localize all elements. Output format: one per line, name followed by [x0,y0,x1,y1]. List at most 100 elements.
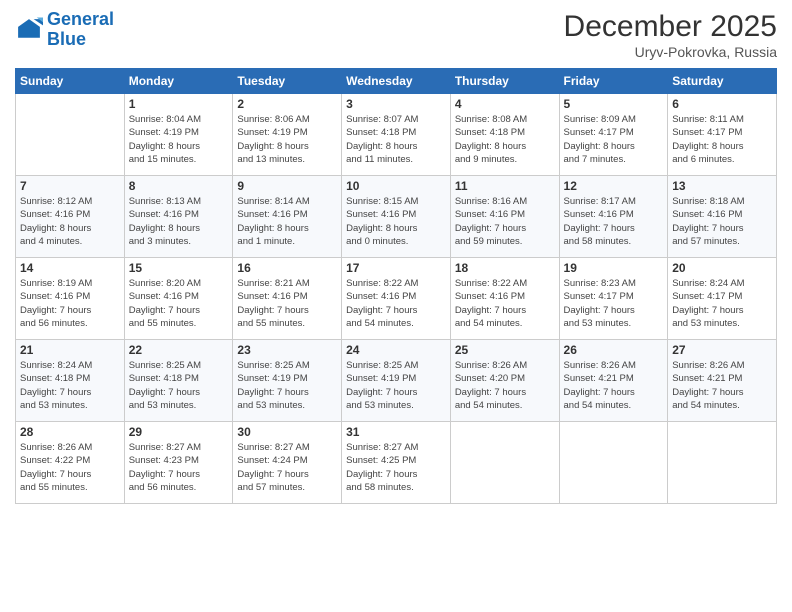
day-info: Sunrise: 8:19 AM Sunset: 4:16 PM Dayligh… [20,277,120,330]
day-number: 29 [129,425,229,439]
table-row: 15 Sunrise: 8:20 AM Sunset: 4:16 PM Dayli… [124,258,233,340]
table-row: 16 Sunrise: 8:21 AM Sunset: 4:16 PM Dayli… [233,258,342,340]
day-info: Sunrise: 8:07 AM Sunset: 4:18 PM Dayligh… [346,113,446,166]
table-row [559,422,668,504]
table-row: 17 Sunrise: 8:22 AM Sunset: 4:16 PM Dayli… [342,258,451,340]
table-row: 12 Sunrise: 8:17 AM Sunset: 4:16 PM Dayli… [559,176,668,258]
table-row: 3 Sunrise: 8:07 AM Sunset: 4:18 PM Daylig… [342,94,451,176]
day-number: 17 [346,261,446,275]
day-info: Sunrise: 8:25 AM Sunset: 4:19 PM Dayligh… [346,359,446,412]
table-row: 5Sunrise: 8:09 AM Sunset: 4:17 PM Daylig… [559,94,668,176]
day-number: 31 [346,425,446,439]
day-info: Sunrise: 8:24 AM Sunset: 4:18 PM Dayligh… [20,359,120,412]
day-info: Sunrise: 8:16 AM Sunset: 4:16 PM Dayligh… [455,195,555,248]
table-row: 10 Sunrise: 8:15 AM Sunset: 4:16 PM Dayli… [342,176,451,258]
day-info: Sunrise: 8:20 AM Sunset: 4:16 PM Dayligh… [129,277,229,330]
table-row: 4 Sunrise: 8:08 AM Sunset: 4:18 PM Daylig… [450,94,559,176]
day-info: Sunrise: 8:21 AM Sunset: 4:16 PM Dayligh… [237,277,337,330]
table-row: 26 Sunrise: 8:26 AM Sunset: 4:21 PM Dayli… [559,340,668,422]
day-info: Sunrise: 8:13 AM Sunset: 4:16 PM Dayligh… [129,195,229,248]
table-row: 21Sunrise: 8:24 AM Sunset: 4:18 PM Dayli… [16,340,125,422]
day-number: 16 [237,261,337,275]
day-info: Sunrise: 8:27 AM Sunset: 4:24 PM Dayligh… [237,441,337,494]
day-info: Sunrise: 8:11 AM Sunset: 4:17 PM Dayligh… [672,113,772,166]
table-row [16,94,125,176]
day-info: Sunrise: 8:24 AM Sunset: 4:17 PM Dayligh… [672,277,772,330]
calendar-table: Sunday Monday Tuesday Wednesday Thursday… [15,68,777,504]
col-saturday: Saturday [668,69,777,94]
table-row: 19Sunrise: 8:23 AM Sunset: 4:17 PM Dayli… [559,258,668,340]
logo-line1: General [47,9,114,29]
day-number: 23 [237,343,337,357]
logo-line2: Blue [47,29,86,49]
col-tuesday: Tuesday [233,69,342,94]
day-number: 2 [237,97,337,111]
day-info: Sunrise: 8:12 AM Sunset: 4:16 PM Dayligh… [20,195,120,248]
table-row: 2Sunrise: 8:06 AM Sunset: 4:19 PM Daylig… [233,94,342,176]
day-number: 18 [455,261,555,275]
day-number: 3 [346,97,446,111]
day-number: 22 [129,343,229,357]
day-number: 26 [564,343,664,357]
week-row-3: 21Sunrise: 8:24 AM Sunset: 4:18 PM Dayli… [16,340,777,422]
week-row-4: 28Sunrise: 8:26 AM Sunset: 4:22 PM Dayli… [16,422,777,504]
logo-icon [15,16,43,44]
table-row: 13Sunrise: 8:18 AM Sunset: 4:16 PM Dayli… [668,176,777,258]
table-row: 29 Sunrise: 8:27 AM Sunset: 4:23 PM Dayli… [124,422,233,504]
day-info: Sunrise: 8:26 AM Sunset: 4:21 PM Dayligh… [564,359,664,412]
day-info: Sunrise: 8:26 AM Sunset: 4:20 PM Dayligh… [455,359,555,412]
table-row: 9Sunrise: 8:14 AM Sunset: 4:16 PM Daylig… [233,176,342,258]
month-title: December 2025 [564,10,777,44]
col-thursday: Thursday [450,69,559,94]
table-row: 27 Sunrise: 8:26 AM Sunset: 4:21 PM Dayli… [668,340,777,422]
day-info: Sunrise: 8:08 AM Sunset: 4:18 PM Dayligh… [455,113,555,166]
day-info: Sunrise: 8:22 AM Sunset: 4:16 PM Dayligh… [346,277,446,330]
day-info: Sunrise: 8:22 AM Sunset: 4:16 PM Dayligh… [455,277,555,330]
day-number: 8 [129,179,229,193]
table-row: 1Sunrise: 8:04 AM Sunset: 4:19 PM Daylig… [124,94,233,176]
day-info: Sunrise: 8:25 AM Sunset: 4:18 PM Dayligh… [129,359,229,412]
day-info: Sunrise: 8:09 AM Sunset: 4:17 PM Dayligh… [564,113,664,166]
day-info: Sunrise: 8:25 AM Sunset: 4:19 PM Dayligh… [237,359,337,412]
day-number: 13 [672,179,772,193]
day-info: Sunrise: 8:26 AM Sunset: 4:21 PM Dayligh… [672,359,772,412]
day-number: 10 [346,179,446,193]
logo-text: General Blue [47,10,114,50]
day-info: Sunrise: 8:27 AM Sunset: 4:23 PM Dayligh… [129,441,229,494]
table-row: 7 Sunrise: 8:12 AM Sunset: 4:16 PM Daylig… [16,176,125,258]
page: General Blue December 2025 Uryv-Pokrovka… [0,0,792,612]
day-info: Sunrise: 8:23 AM Sunset: 4:17 PM Dayligh… [564,277,664,330]
col-sunday: Sunday [16,69,125,94]
day-number: 4 [455,97,555,111]
table-row: 22 Sunrise: 8:25 AM Sunset: 4:18 PM Dayli… [124,340,233,422]
day-number: 25 [455,343,555,357]
day-info: Sunrise: 8:17 AM Sunset: 4:16 PM Dayligh… [564,195,664,248]
table-row [450,422,559,504]
table-row: 24 Sunrise: 8:25 AM Sunset: 4:19 PM Dayli… [342,340,451,422]
header-row: Sunday Monday Tuesday Wednesday Thursday… [16,69,777,94]
day-number: 27 [672,343,772,357]
table-row: 18 Sunrise: 8:22 AM Sunset: 4:16 PM Dayli… [450,258,559,340]
day-info: Sunrise: 8:26 AM Sunset: 4:22 PM Dayligh… [20,441,120,494]
table-row: 8 Sunrise: 8:13 AM Sunset: 4:16 PM Daylig… [124,176,233,258]
day-number: 24 [346,343,446,357]
table-row: 6Sunrise: 8:11 AM Sunset: 4:17 PM Daylig… [668,94,777,176]
week-row-2: 14Sunrise: 8:19 AM Sunset: 4:16 PM Dayli… [16,258,777,340]
day-info: Sunrise: 8:15 AM Sunset: 4:16 PM Dayligh… [346,195,446,248]
col-monday: Monday [124,69,233,94]
day-number: 12 [564,179,664,193]
title-block: December 2025 Uryv-Pokrovka, Russia [564,10,777,60]
col-wednesday: Wednesday [342,69,451,94]
table-row [668,422,777,504]
table-row: 31 Sunrise: 8:27 AM Sunset: 4:25 PM Dayli… [342,422,451,504]
table-row: 28Sunrise: 8:26 AM Sunset: 4:22 PM Dayli… [16,422,125,504]
day-number: 15 [129,261,229,275]
header: General Blue December 2025 Uryv-Pokrovka… [15,10,777,60]
location: Uryv-Pokrovka, Russia [564,44,777,60]
table-row: 20Sunrise: 8:24 AM Sunset: 4:17 PM Dayli… [668,258,777,340]
day-number: 7 [20,179,120,193]
week-row-1: 7 Sunrise: 8:12 AM Sunset: 4:16 PM Daylig… [16,176,777,258]
day-info: Sunrise: 8:27 AM Sunset: 4:25 PM Dayligh… [346,441,446,494]
day-info: Sunrise: 8:04 AM Sunset: 4:19 PM Dayligh… [129,113,229,166]
table-row: 14Sunrise: 8:19 AM Sunset: 4:16 PM Dayli… [16,258,125,340]
